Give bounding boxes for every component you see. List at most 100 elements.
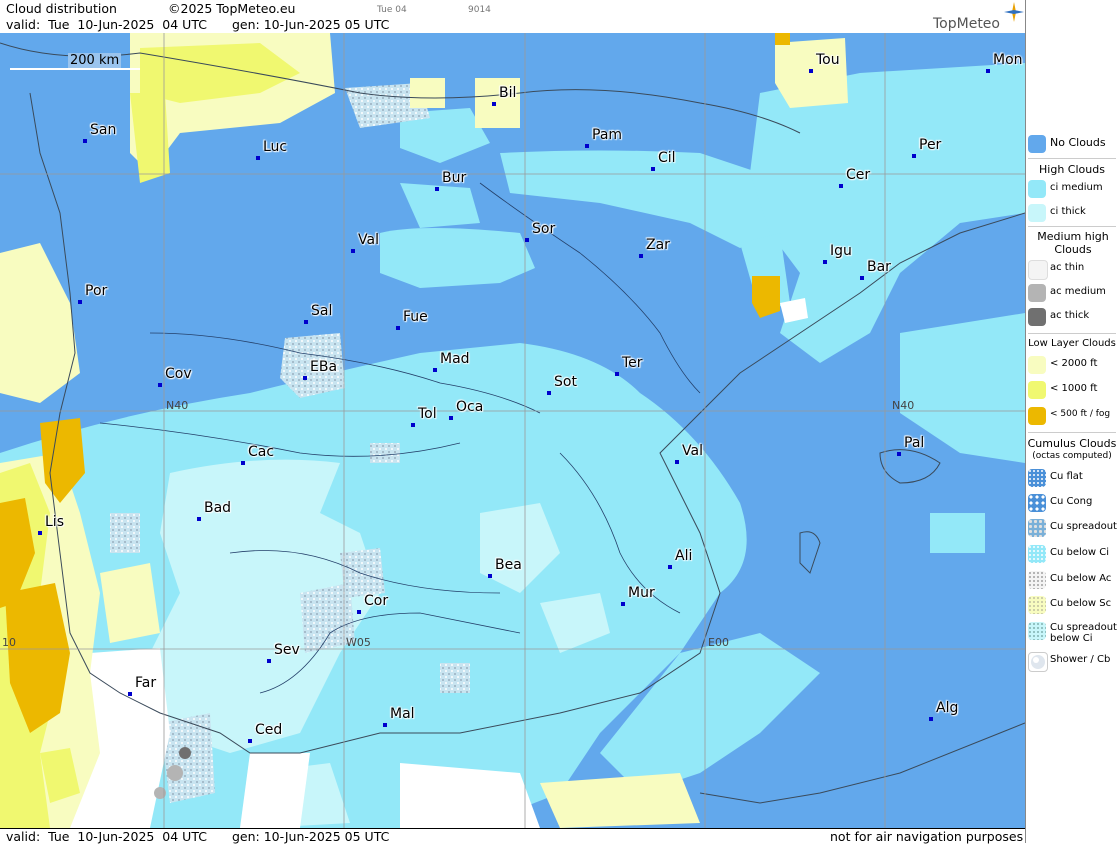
legend-cu-subtitle: (octas computed) — [1032, 451, 1112, 461]
city-marker — [860, 276, 864, 280]
city-marker — [78, 300, 82, 304]
city-label: Cov — [165, 366, 192, 382]
legend-label: Cu Cong — [1050, 496, 1093, 507]
topmeteo-logo: TopMeteo — [933, 16, 1000, 32]
footer-generated-time: gen: 10-Jun-2025 05 UTC — [232, 829, 390, 844]
legend-label: Cu spreadout — [1050, 521, 1117, 532]
legend-medium-title: Medium high Clouds — [1037, 230, 1109, 256]
city-marker — [668, 565, 672, 569]
legend-high-title: High Clouds — [1039, 163, 1105, 176]
compass-icon — [1004, 2, 1024, 22]
legend-label: ci medium — [1050, 182, 1103, 193]
swatch-cu-spread-below-ci — [1028, 622, 1046, 640]
legend-cu-below-ci: Cu below Ci — [1026, 543, 1117, 565]
swatch-ac-medium — [1028, 284, 1046, 302]
city-marker — [585, 144, 589, 148]
legend-cu-spreadout: Cu spreadout — [1026, 517, 1117, 539]
city-marker — [912, 154, 916, 158]
city-label: Alg — [936, 700, 959, 716]
grid-label-w05: W05 — [346, 636, 371, 649]
swatch-no-clouds — [1028, 135, 1046, 153]
city-label: Cil — [658, 150, 676, 166]
scale-line — [10, 68, 140, 70]
map-title: Cloud distribution — [6, 1, 117, 16]
city-marker — [158, 383, 162, 387]
legend-label: Cu below Ci — [1050, 547, 1110, 558]
city-marker — [383, 723, 387, 727]
city-label: Sot — [554, 374, 577, 390]
legend-divider — [1028, 158, 1116, 159]
city-label: Ced — [255, 722, 283, 738]
swatch-cu-below-sc — [1028, 596, 1046, 614]
swatch-cu-below-ci — [1028, 545, 1046, 563]
city-marker — [267, 659, 271, 663]
city-marker — [839, 184, 843, 188]
city-label: Por — [85, 283, 108, 299]
legend-low-2000: < 2000 ft — [1026, 354, 1117, 376]
city-marker — [241, 461, 245, 465]
legend-cu-spread-below-ci: Cu spreadout below Ci — [1026, 620, 1117, 648]
city-marker — [83, 139, 87, 143]
city-marker — [304, 320, 308, 324]
city-label: Bil — [499, 85, 517, 101]
valid-time: valid: Tue 10-Jun-2025 04 UTC — [6, 17, 207, 32]
legend-cu-cong: Cu Cong — [1026, 492, 1117, 514]
city-marker — [488, 574, 492, 578]
swatch-ac-thick — [1028, 308, 1046, 326]
legend-label: Cu below Ac — [1050, 573, 1112, 584]
city-marker — [651, 167, 655, 171]
city-marker — [38, 531, 42, 535]
swatch-cu-spreadout — [1028, 519, 1046, 537]
city-label: Per — [919, 137, 942, 153]
swatch-low-1000 — [1028, 381, 1046, 399]
city-marker — [525, 238, 529, 242]
city-label: Fue — [403, 309, 428, 325]
city-label: Ali — [675, 548, 693, 564]
swatch-cu-below-ac — [1028, 571, 1046, 589]
city-marker — [357, 610, 361, 614]
legend-panel: No Clouds High Clouds ci medium ci thick… — [1025, 0, 1117, 843]
legend-label: < 500 ft / fog — [1050, 409, 1111, 419]
city-marker — [435, 187, 439, 191]
city-marker — [615, 372, 619, 376]
grid-label-n40-west: N40 — [166, 399, 189, 412]
city-label: Zar — [646, 237, 670, 253]
swatch-ci-medium — [1028, 180, 1046, 198]
city-label: Sal — [311, 303, 333, 319]
footer-disclaimer: not for air navigation purposes — [830, 829, 1024, 844]
legend-divider — [1028, 432, 1116, 433]
city-marker — [809, 69, 813, 73]
copyright: ©2025 TopMeteo.eu — [168, 1, 296, 16]
city-marker — [639, 254, 643, 258]
scale-label: 200 km — [68, 53, 122, 68]
city-marker — [986, 69, 990, 73]
city-label: Mon — [993, 52, 1023, 68]
legend-low-500: < 500 ft / fog — [1026, 405, 1117, 427]
city-label: EBa — [310, 359, 338, 375]
city-marker — [621, 602, 625, 606]
city-label: Far — [135, 675, 157, 691]
cloud-map[interactable]: N40 N40 W05 E00 10 200 km Tou Mon Bil Sa… — [0, 33, 1025, 828]
legend-shower: Shower / Cb — [1026, 650, 1117, 672]
city-marker — [128, 692, 132, 696]
legend-label: Cu flat — [1050, 471, 1083, 482]
legend-ac-thick: ac thick — [1026, 306, 1117, 328]
city-label: Mad — [440, 351, 470, 367]
legend-cu-below-ac: Cu below Ac — [1026, 569, 1117, 591]
legend-label: ci thick — [1050, 206, 1086, 217]
footer-bar: valid: Tue 10-Jun-2025 04 UTC gen: 10-Ju… — [0, 828, 1025, 844]
city-marker — [929, 717, 933, 721]
legend-ac-medium: ac medium — [1026, 282, 1117, 304]
city-label: Val — [682, 443, 703, 459]
legend-label: Shower / Cb — [1050, 654, 1111, 665]
legend-label: ac thick — [1050, 310, 1090, 321]
header-small-code: 9014 — [468, 5, 491, 15]
legend-label: < 1000 ft — [1050, 383, 1098, 394]
city-marker — [823, 260, 827, 264]
city-label: Val — [358, 232, 379, 248]
city-marker — [303, 376, 307, 380]
city-label: Pal — [904, 435, 925, 451]
header-small-day: Tue 04 — [377, 5, 407, 15]
city-marker — [547, 391, 551, 395]
legend-label: ac medium — [1050, 286, 1106, 297]
